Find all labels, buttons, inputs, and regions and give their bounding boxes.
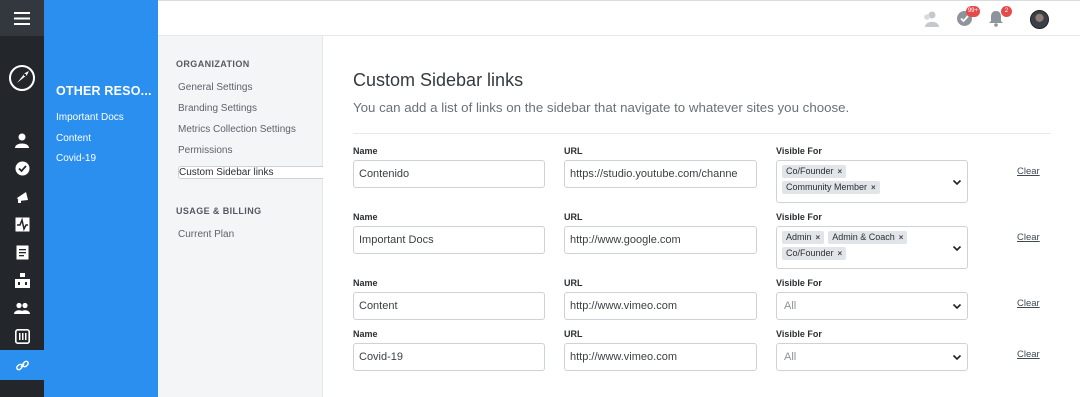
group-icon[interactable] <box>12 298 32 318</box>
url-input[interactable]: http://www.vimeo.com <box>564 343 757 371</box>
organization-heading: ORGANIZATION <box>176 59 250 69</box>
hamburger-menu-button[interactable] <box>0 0 44 36</box>
bell-icon[interactable]: 2 <box>988 6 1012 28</box>
page-title: Custom Sidebar links <box>353 70 524 90</box>
remove-tag-icon[interactable]: × <box>838 249 843 258</box>
role-tag: Admin × <box>782 231 825 244</box>
remove-tag-icon[interactable]: × <box>871 183 876 192</box>
megaphone-icon[interactable] <box>12 186 32 206</box>
role-tag-label: Admin & Coach <box>832 232 895 242</box>
role-tag: Community Member × <box>782 181 880 194</box>
settings-nav: ORGANIZATION General Settings Branding S… <box>158 36 370 397</box>
sidebar-link-covid-19[interactable]: Covid-19 <box>56 153 96 164</box>
visible-for-select[interactable]: All <box>776 292 968 320</box>
name-label: Name <box>353 329 378 339</box>
clear-button[interactable]: Clear <box>1017 298 1040 309</box>
chevron-down-icon <box>952 245 962 251</box>
document-icon[interactable] <box>12 242 32 262</box>
visible-for-label: Visible For <box>776 329 822 339</box>
main-content: Custom Sidebar links You can add a list … <box>323 36 1080 397</box>
role-tag: Co/Founder × <box>782 247 847 260</box>
visible-for-select[interactable]: All <box>776 343 968 371</box>
visible-for-label: Visible For <box>776 212 822 222</box>
chevron-down-icon <box>952 354 962 361</box>
app: OTHER RESO... Important Docs Content Cov… <box>0 0 1080 397</box>
nav-branding-settings[interactable]: Branding Settings <box>178 103 257 114</box>
tasks-badge: 99+ <box>965 6 980 17</box>
organization-icon[interactable] <box>12 270 32 290</box>
clear-button[interactable]: Clear <box>1017 166 1040 177</box>
visible-for-label: Visible For <box>776 278 822 288</box>
custom-links-panel: OTHER RESO... Important Docs Content Cov… <box>44 0 158 397</box>
role-tag: Admin & Coach × <box>828 231 908 244</box>
role-tag-label: Co/Founder <box>786 166 834 176</box>
notifications-badge: 2 <box>1001 6 1012 17</box>
visible-for-placeholder: All <box>784 300 797 312</box>
url-input[interactable]: https://studio.youtube.com/channe <box>564 160 757 188</box>
remove-tag-icon[interactable]: × <box>899 233 904 242</box>
url-label: URL <box>564 212 583 222</box>
divider <box>353 133 1051 134</box>
sidebar-link-content[interactable]: Content <box>56 133 91 144</box>
name-input[interactable]: Covid-19 <box>353 343 545 371</box>
link-icon[interactable] <box>0 350 44 380</box>
name-label: Name <box>353 212 378 222</box>
clear-button[interactable]: Clear <box>1017 232 1040 243</box>
remove-tag-icon[interactable]: × <box>838 167 843 176</box>
url-input[interactable]: http://www.google.com <box>564 226 757 254</box>
visible-for-placeholder: All <box>784 351 797 363</box>
nav-current-plan[interactable]: Current Plan <box>178 229 234 240</box>
name-input[interactable]: Content <box>353 292 545 320</box>
page-description: You can add a list of links on the sideb… <box>353 100 850 115</box>
name-label: Name <box>353 278 378 288</box>
top-bar: 99+ 2 <box>158 0 1080 36</box>
url-label: URL <box>564 146 583 156</box>
visible-for-select[interactable]: Co/Founder × Community Member × <box>776 160 968 203</box>
chevron-down-icon <box>952 303 962 310</box>
name-input[interactable]: Important Docs <box>353 226 545 254</box>
user-icon[interactable] <box>12 130 32 150</box>
check-circle-icon[interactable] <box>12 158 32 178</box>
usage-billing-heading: USAGE & BILLING <box>176 206 262 216</box>
rocket-logo-icon[interactable] <box>8 64 36 92</box>
role-tag-label: Community Member <box>786 182 868 192</box>
url-label: URL <box>564 329 583 339</box>
nav-metrics-collection-settings[interactable]: Metrics Collection Settings <box>178 124 296 135</box>
clear-button[interactable]: Clear <box>1017 349 1040 360</box>
url-input[interactable]: http://www.vimeo.com <box>564 292 757 320</box>
name-label: Name <box>353 146 378 156</box>
name-input[interactable]: Contenido <box>353 160 545 188</box>
role-tag-label: Co/Founder <box>786 248 834 258</box>
url-label: URL <box>564 278 583 288</box>
activity-chart-icon[interactable] <box>12 214 32 234</box>
visible-for-label: Visible For <box>776 146 822 156</box>
chevron-down-icon <box>952 179 962 185</box>
profile-switch-icon[interactable] <box>922 10 940 28</box>
remove-tag-icon[interactable]: × <box>816 233 821 242</box>
panel-title: OTHER RESO... <box>56 84 152 98</box>
nav-general-settings[interactable]: General Settings <box>178 82 253 93</box>
avatar[interactable] <box>1030 10 1049 29</box>
sliders-icon[interactable] <box>12 326 32 346</box>
role-tag-label: Admin <box>786 232 812 242</box>
visible-for-select[interactable]: Admin × Admin & Coach × Co/Founder × <box>776 226 968 269</box>
role-tag: Co/Founder × <box>782 165 847 178</box>
icon-rail <box>0 0 44 397</box>
tasks-check-icon[interactable]: 99+ <box>956 6 980 28</box>
sidebar-link-important-docs[interactable]: Important Docs <box>56 112 124 123</box>
nav-permissions[interactable]: Permissions <box>178 145 232 156</box>
